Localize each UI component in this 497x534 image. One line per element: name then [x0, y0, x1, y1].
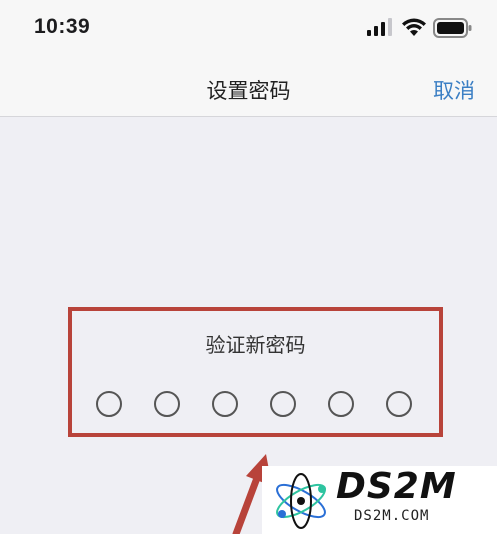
passcode-dots[interactable]: [72, 391, 439, 421]
page-title: 设置密码: [206, 79, 291, 103]
passcode-dot: [154, 391, 180, 417]
highlight-box: 验证新密码: [68, 307, 443, 437]
verify-password-label: 验证新密码: [205, 333, 306, 357]
passcode-dot: [386, 391, 412, 417]
watermark-brand: DS2M: [336, 466, 457, 507]
cancel-button[interactable]: 取消: [433, 75, 475, 105]
nav-bar: 设置密码 取消: [0, 58, 497, 117]
watermark: DS2M DS2M.COM: [262, 466, 497, 534]
battery-icon: [433, 18, 472, 38]
passcode-dot: [96, 391, 122, 417]
status-bar: 10:39: [0, 0, 497, 58]
passcode-dot: [328, 391, 354, 417]
status-time: 10:39: [34, 15, 91, 38]
passcode-dot: [212, 391, 238, 417]
watermark-url: DS2M.COM: [354, 508, 430, 524]
signal-icon: [367, 18, 392, 36]
atom-logo-icon: [276, 473, 326, 529]
wifi-icon: [402, 18, 426, 36]
passcode-dot: [270, 391, 296, 417]
